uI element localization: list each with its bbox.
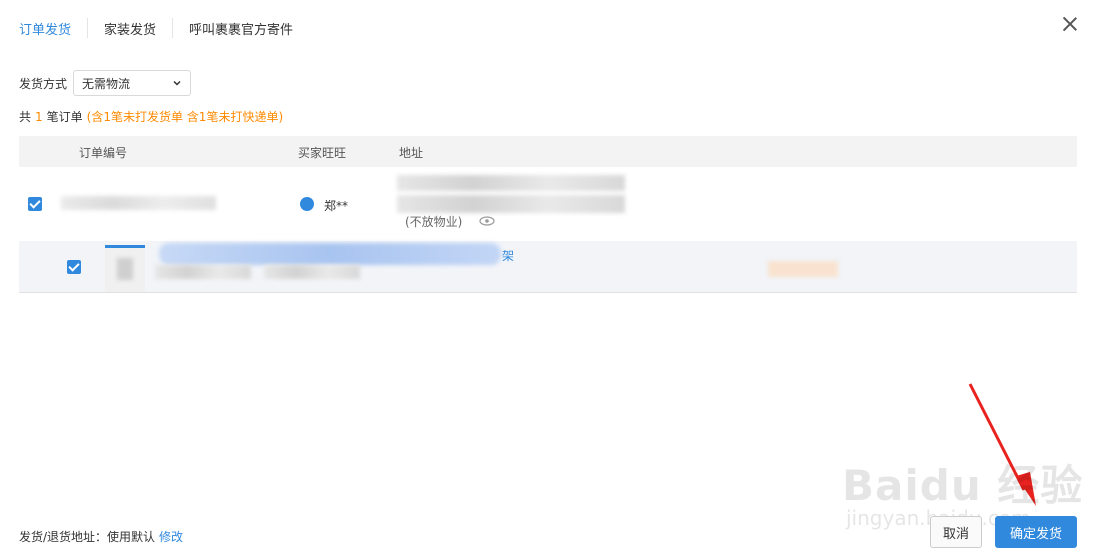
table-header: 订单编号 买家旺旺 地址	[19, 136, 1077, 167]
product-thumbnail	[105, 245, 145, 292]
column-header-order-id: 订单编号	[79, 146, 128, 160]
chevron-down-icon	[173, 80, 181, 86]
shipping-method-label: 发货方式	[19, 76, 68, 91]
table-row: 架	[19, 241, 1077, 293]
item-checkbox[interactable]	[67, 260, 81, 274]
column-header-buyer: 买家旺旺	[298, 146, 347, 160]
confirm-ship-button[interactable]: 确定发货	[995, 516, 1077, 548]
order-count: 1	[35, 110, 43, 124]
product-link-text[interactable]: 架	[502, 247, 514, 264]
buyer-name: 郑**	[324, 199, 349, 213]
column-header-address: 地址	[399, 146, 424, 160]
address-redacted-line1	[397, 175, 625, 191]
order-checkbox[interactable]	[28, 197, 42, 211]
tab-home-furnishing-shipping[interactable]: 家装发货	[104, 19, 156, 38]
shipping-method-value: 无需物流	[82, 76, 131, 91]
shipping-method-select[interactable]: 无需物流	[73, 70, 192, 96]
wangwang-icon[interactable]	[300, 197, 314, 211]
return-address-info: 发货/退货地址：使用默认 修改	[19, 528, 183, 545]
watermark-main: Baidu 经验	[842, 461, 1084, 510]
address-redacted-line2	[397, 195, 625, 213]
tab-bar: 订单发货 家装发货 呼叫裹裹官方寄件	[19, 14, 293, 42]
product-spec-redacted	[155, 265, 251, 279]
tab-order-shipping[interactable]: 订单发货	[19, 19, 71, 38]
close-icon[interactable]	[1061, 15, 1079, 33]
eye-icon[interactable]	[479, 216, 495, 226]
return-address-text: 发货/退货地址：使用默认	[19, 530, 156, 544]
summary-suffix: 笔订单	[46, 110, 83, 124]
tab-divider	[87, 18, 89, 38]
order-summary: 共 1 笔订单 (含1笔未打发货单 含1笔未打快递单)	[19, 108, 283, 125]
price-redacted	[768, 261, 838, 277]
product-spec-redacted	[264, 265, 360, 279]
table-row: 郑** (不放物业)	[19, 167, 1077, 242]
address-note: (不放物业)	[405, 215, 463, 229]
tab-guoguo-pickup[interactable]: 呼叫裹裹官方寄件	[189, 19, 293, 38]
order-id-redacted	[61, 196, 216, 210]
shipping-method-row: 发货方式 无需物流	[19, 70, 192, 96]
cancel-button[interactable]: 取消	[930, 516, 982, 548]
modify-address-link[interactable]: 修改	[159, 530, 183, 544]
product-title-redacted	[159, 243, 501, 265]
summary-warning: (含1笔未打发货单 含1笔未打快递单)	[86, 110, 284, 124]
tab-divider	[172, 18, 174, 38]
summary-prefix: 共	[19, 110, 32, 124]
